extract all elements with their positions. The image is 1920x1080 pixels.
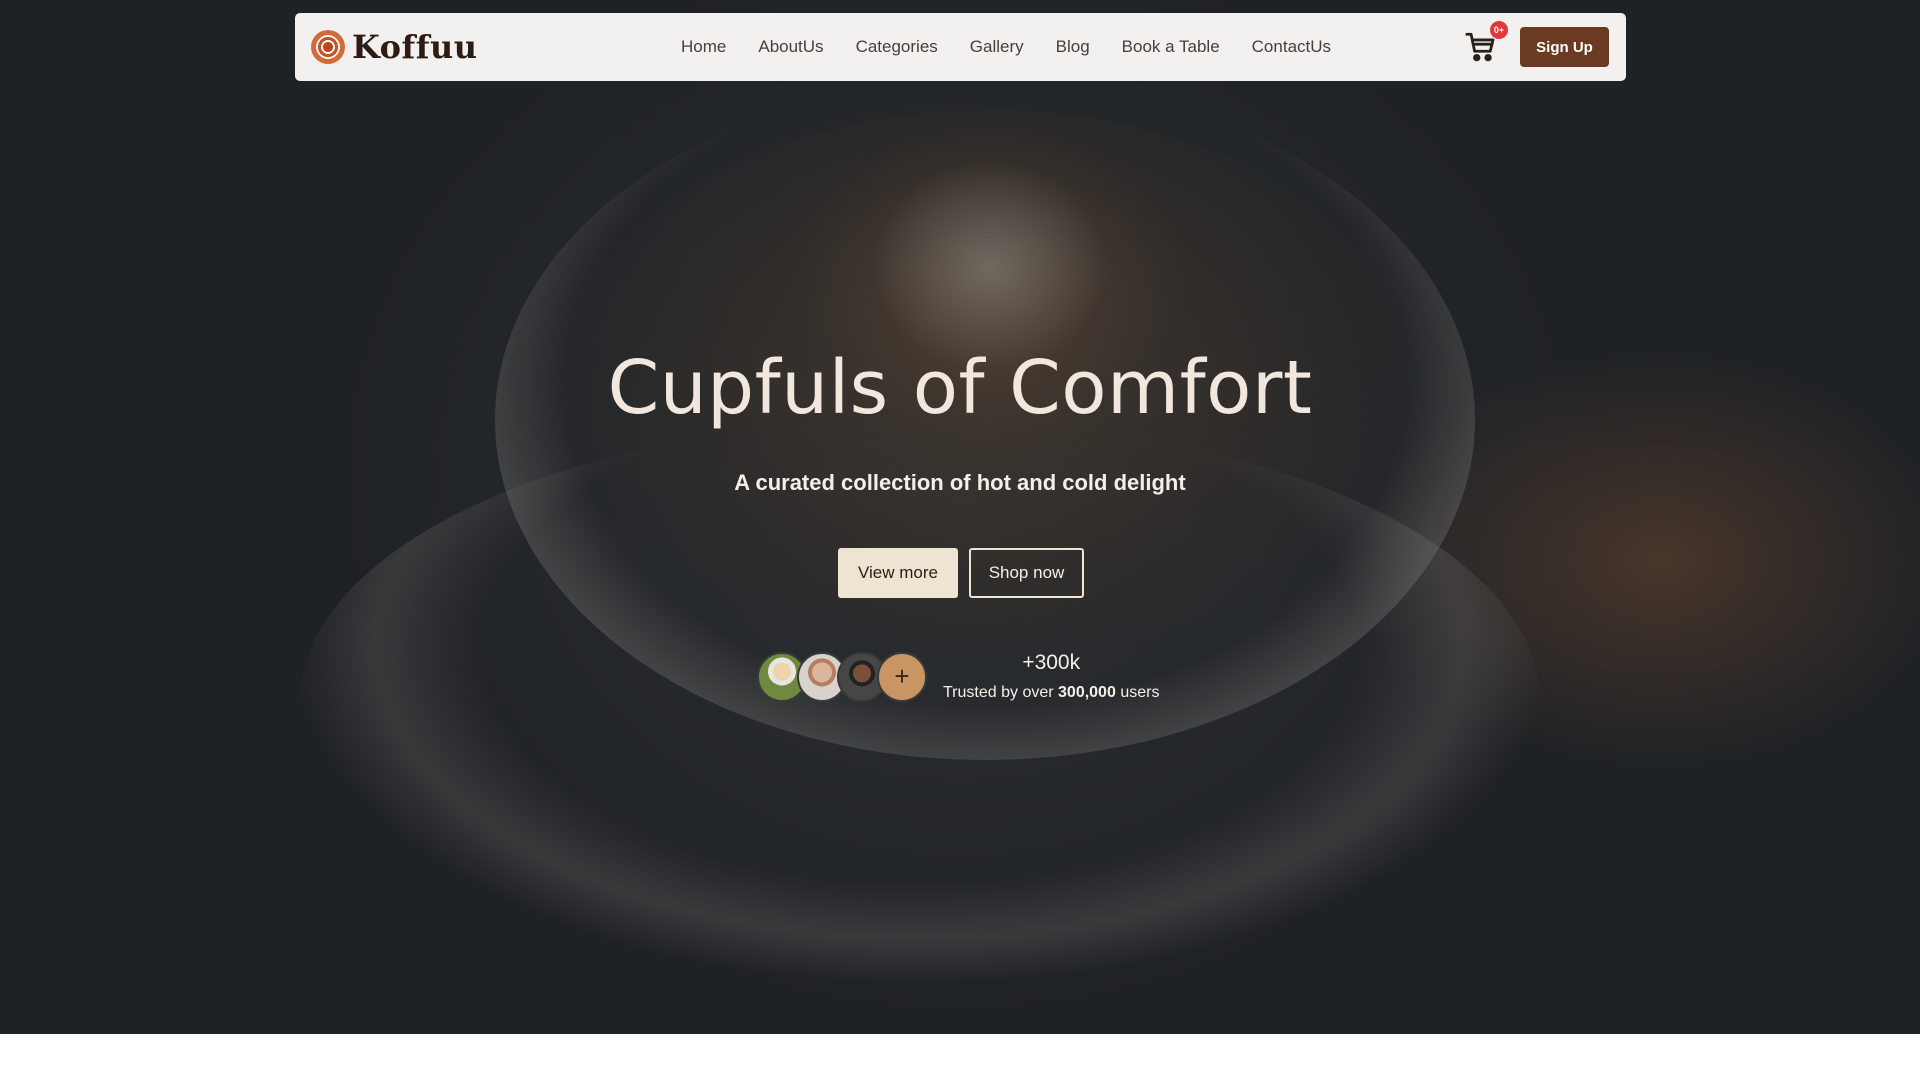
nav-link-categories[interactable]: Categories bbox=[856, 37, 938, 57]
hero-title: Cupfuls of Comfort bbox=[607, 345, 1313, 431]
trust-number: 300,000 bbox=[1058, 684, 1116, 701]
sign-up-button[interactable]: Sign Up bbox=[1520, 27, 1609, 67]
nav-link-home[interactable]: Home bbox=[681, 37, 726, 57]
shop-now-button[interactable]: Shop now bbox=[969, 548, 1084, 598]
nav-actions: 0+ Sign Up bbox=[1464, 21, 1609, 67]
hero-cta-group: View more Shop now bbox=[838, 548, 1084, 598]
plus-icon[interactable]: + bbox=[877, 651, 927, 702]
trust-prefix: Trusted by over bbox=[943, 684, 1054, 701]
top-navbar: Koffuu Home AboutUs Categories Gallery B… bbox=[295, 13, 1626, 81]
avatar-stack: + bbox=[757, 651, 927, 702]
nav-link-blog[interactable]: Blog bbox=[1056, 37, 1090, 57]
view-more-button[interactable]: View more bbox=[838, 548, 958, 598]
cart-count-badge: 0+ bbox=[1490, 21, 1508, 39]
trust-label: Trusted by over 300,000 users bbox=[943, 684, 1159, 702]
trust-suffix: users bbox=[1120, 684, 1160, 701]
nav-link-aboutus[interactable]: AboutUs bbox=[758, 37, 823, 57]
user-count: +300k bbox=[1022, 651, 1081, 674]
nav-link-gallery[interactable]: Gallery bbox=[970, 37, 1024, 57]
brand-name: Koffuu bbox=[352, 28, 478, 66]
brand[interactable]: Koffuu bbox=[311, 28, 641, 66]
cart-button[interactable]: 0+ bbox=[1464, 21, 1508, 64]
nav-link-book-a-table[interactable]: Book a Table bbox=[1122, 37, 1220, 57]
nav-links: Home AboutUs Categories Gallery Blog Boo… bbox=[681, 37, 1331, 57]
coffee-cup-top-icon bbox=[311, 30, 345, 64]
hero-subtitle: A curated collection of hot and cold del… bbox=[734, 470, 1186, 495]
hero-background bbox=[0, 0, 1920, 1034]
nav-link-contactus[interactable]: ContactUs bbox=[1252, 37, 1331, 57]
hero-overlay bbox=[0, 0, 1920, 1034]
social-proof: + +300k Trusted by over 300,000 users bbox=[757, 651, 1159, 702]
trust-stats: +300k Trusted by over 300,000 users bbox=[943, 651, 1159, 702]
